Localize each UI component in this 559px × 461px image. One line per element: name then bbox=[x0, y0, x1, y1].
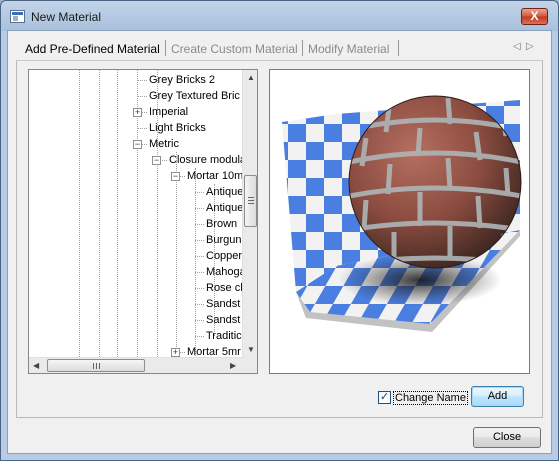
tree-node[interactable]: Mahoga bbox=[206, 265, 242, 279]
tree-node[interactable]: Rose cl bbox=[206, 281, 242, 295]
tree-connector-line bbox=[195, 336, 204, 337]
scroll-up-icon[interactable]: ▲ bbox=[247, 73, 255, 82]
tree-vertical-scrollbar[interactable]: ▲ ▼ bbox=[242, 70, 257, 357]
tree-node[interactable]: Antique bbox=[206, 201, 242, 215]
tree-connector-line bbox=[195, 288, 204, 289]
tree-node[interactable]: Brown bbox=[206, 217, 237, 231]
vertical-scroll-thumb[interactable] bbox=[244, 175, 257, 227]
tree-connector-line bbox=[137, 128, 147, 129]
tree-node[interactable]: Grey Bricks 2 bbox=[149, 73, 215, 87]
tab-separator bbox=[398, 40, 399, 56]
window-icon bbox=[10, 10, 25, 23]
collapse-icon[interactable]: − bbox=[133, 140, 142, 149]
tab-separator bbox=[302, 40, 303, 56]
tree-guide-line bbox=[79, 70, 80, 357]
expand-icon[interactable]: + bbox=[171, 348, 180, 357]
horizontal-scroll-thumb[interactable] bbox=[47, 359, 145, 372]
tree-viewport: Grey Bricks 2 Grey Textured Bric Imperial +… bbox=[29, 70, 242, 357]
title-bar[interactable]: New Material X bbox=[1, 1, 558, 31]
brick-sphere-preview-image bbox=[282, 95, 522, 332]
collapse-icon[interactable]: − bbox=[152, 156, 161, 165]
collapse-icon[interactable]: − bbox=[171, 172, 180, 181]
tree-node[interactable]: Sandst bbox=[206, 297, 240, 311]
tree-connector-line bbox=[195, 272, 204, 273]
tree-connector-line bbox=[195, 224, 204, 225]
tab-strip: Add Pre-Defined Material Create Custom M… bbox=[15, 39, 544, 59]
tree-node[interactable]: Sandst bbox=[206, 313, 240, 327]
tree-connector-line bbox=[195, 256, 204, 257]
tree-connector-line bbox=[195, 304, 204, 305]
tree-node[interactable]: Burgun bbox=[206, 233, 241, 247]
tree-node[interactable]: Mortar 10m bbox=[187, 169, 242, 183]
tab-separator bbox=[165, 40, 166, 56]
tab-create-custom-material[interactable]: Create Custom Material bbox=[171, 42, 298, 56]
tab-modify-material[interactable]: Modify Material bbox=[308, 42, 389, 56]
tree-node[interactable]: Light Bricks bbox=[149, 121, 206, 135]
material-preview bbox=[269, 69, 530, 374]
tree-connector-line bbox=[195, 320, 204, 321]
tree-horizontal-scrollbar[interactable]: ◀ ▶ bbox=[29, 357, 242, 373]
change-name-checkbox[interactable]: ✓ bbox=[378, 391, 391, 404]
tree-node[interactable]: Grey Textured Bric bbox=[149, 89, 240, 103]
tree-connector-line bbox=[137, 80, 147, 81]
tab-scroll-right-icon[interactable]: ▷ bbox=[526, 41, 534, 52]
window-title: New Material bbox=[31, 10, 102, 24]
add-button[interactable]: Add bbox=[471, 386, 524, 407]
tree-guide-line bbox=[99, 70, 100, 357]
tree-node[interactable]: Imperial bbox=[149, 105, 188, 119]
scroll-right-icon[interactable]: ▶ bbox=[230, 361, 236, 370]
tree-node[interactable]: Mortar 5mr bbox=[187, 345, 241, 357]
scrollbar-corner bbox=[242, 357, 257, 373]
window-close-button[interactable]: X bbox=[521, 8, 548, 25]
tree-node[interactable]: Copper bbox=[206, 249, 242, 263]
tree-node[interactable]: Antique bbox=[206, 185, 242, 199]
tree-connector-line bbox=[195, 192, 204, 193]
tree-guide-line bbox=[176, 152, 177, 357]
tree-node[interactable]: Metric bbox=[149, 137, 179, 151]
tree-node[interactable]: Closure modula bbox=[169, 153, 242, 167]
change-name-label[interactable]: Change Name bbox=[393, 391, 468, 405]
tree-connector-line bbox=[137, 96, 147, 97]
tree-guide-line bbox=[117, 70, 118, 357]
tree-node[interactable]: Traditic bbox=[206, 329, 242, 343]
material-tree[interactable]: Grey Bricks 2 Grey Textured Bric Imperial +… bbox=[28, 69, 258, 374]
scroll-down-icon[interactable]: ▼ bbox=[247, 345, 255, 354]
tree-guide-line bbox=[195, 168, 196, 357]
scroll-left-icon[interactable]: ◀ bbox=[33, 361, 39, 370]
tree-connector-line bbox=[195, 240, 204, 241]
tab-scroll-left-icon[interactable]: ◁ bbox=[513, 41, 521, 52]
tree-connector-line bbox=[195, 208, 204, 209]
tab-add-predefined-material[interactable]: Add Pre-Defined Material bbox=[25, 42, 160, 56]
close-button[interactable]: Close bbox=[473, 427, 541, 448]
expand-icon[interactable]: + bbox=[133, 108, 142, 117]
